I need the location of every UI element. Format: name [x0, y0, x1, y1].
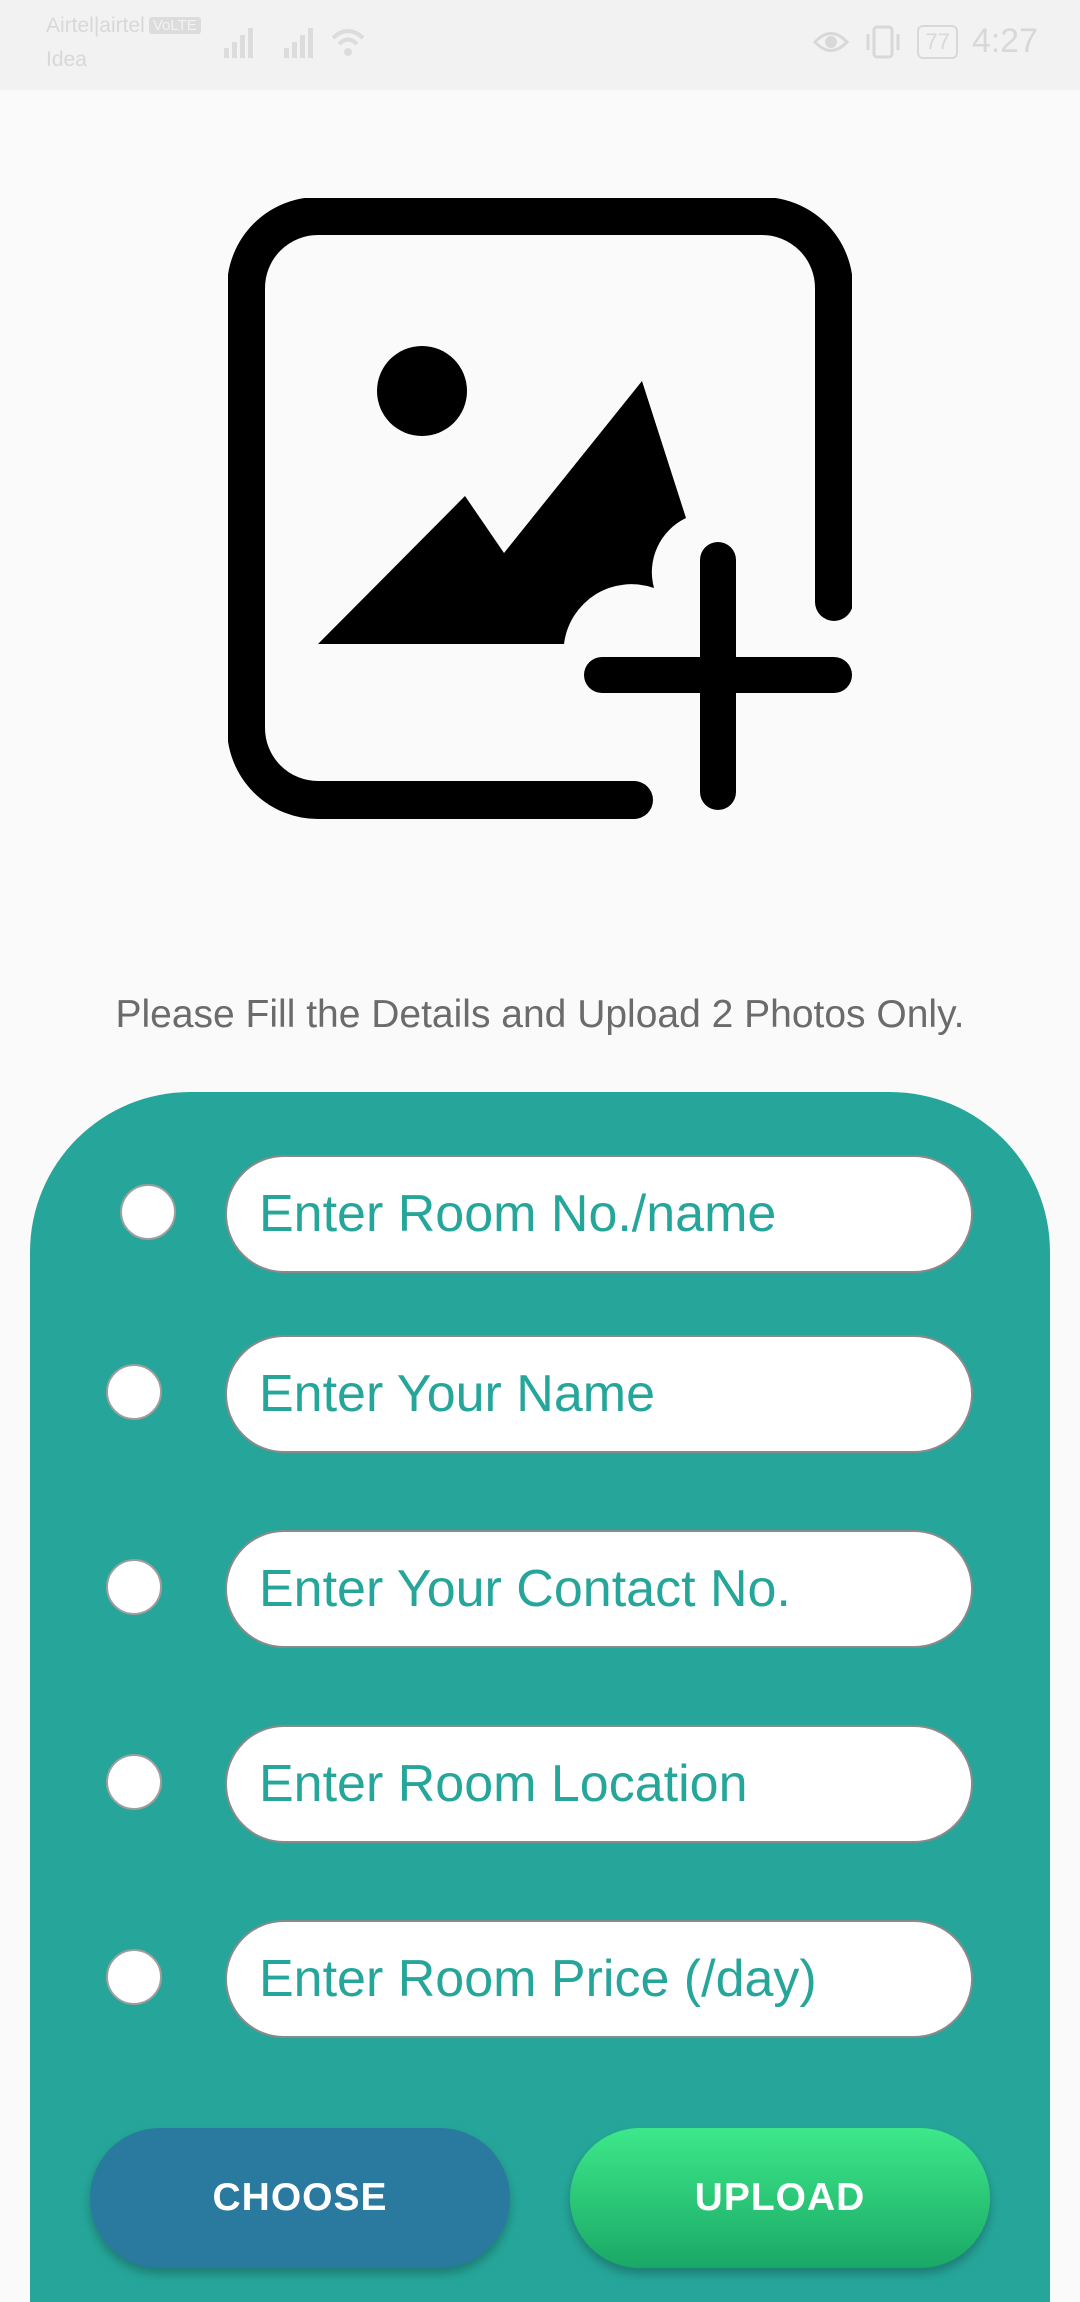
eye-icon — [813, 31, 850, 52]
price-input[interactable] — [257, 1948, 971, 2010]
clock: 4:27 — [971, 22, 1038, 60]
radio-location[interactable] — [106, 1754, 162, 1810]
your-name-field[interactable] — [225, 1335, 973, 1453]
radio-room-name[interactable] — [120, 1184, 176, 1240]
battery-indicator: 77 — [917, 24, 958, 59]
vibrate-icon — [866, 25, 900, 58]
volte-badge: VoLTE — [148, 17, 201, 34]
signal-icon-2 — [284, 28, 313, 58]
upload-button[interactable]: UPLOAD — [570, 2128, 990, 2268]
radio-price[interactable] — [106, 1949, 162, 2005]
location-field[interactable] — [225, 1725, 973, 1843]
add-photo-icon[interactable] — [228, 198, 852, 822]
your-name-input[interactable] — [257, 1363, 971, 1425]
carrier-label: Airtel|airtel VoLTE — [46, 14, 201, 38]
room-name-field[interactable] — [225, 1155, 973, 1273]
location-input[interactable] — [257, 1753, 971, 1815]
form-card — [30, 1092, 1050, 2302]
choose-button[interactable]: CHOOSE — [90, 2128, 510, 2268]
price-field[interactable] — [225, 1920, 973, 2038]
status-bar: Airtel|airtel VoLTE Idea 77 4:27 — [0, 0, 1080, 90]
radio-contact[interactable] — [106, 1559, 162, 1615]
contact-field[interactable] — [225, 1530, 973, 1648]
wifi-icon — [331, 29, 365, 56]
signal-icon — [224, 28, 253, 58]
radio-your-name[interactable] — [106, 1364, 162, 1420]
contact-input[interactable] — [257, 1558, 971, 1620]
status-right: 77 4:27 — [813, 22, 1038, 61]
instructions-text: Please Fill the Details and Upload 2 Pho… — [115, 993, 965, 1036]
carrier-secondary-label: Idea — [46, 48, 87, 71]
room-name-input[interactable] — [257, 1183, 971, 1245]
